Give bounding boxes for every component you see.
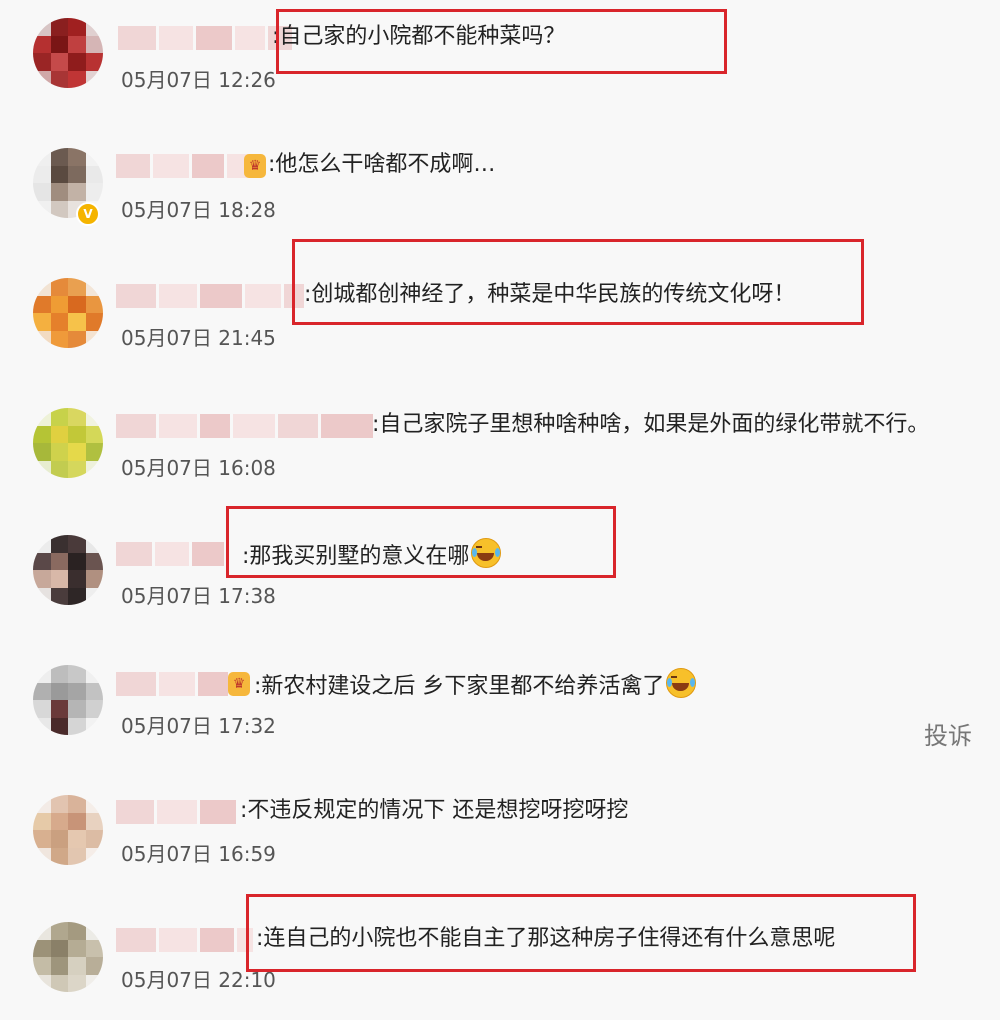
username-blurred[interactable] [116, 154, 253, 178]
avatar[interactable] [33, 278, 103, 348]
timestamp: 05月07日 17:38 [121, 584, 276, 608]
user-level-icon: ♛ [244, 154, 266, 178]
comment-body: 他怎么干啥都不成啊… [275, 152, 496, 177]
avatar[interactable] [33, 535, 103, 605]
username-blurred[interactable] [116, 800, 236, 824]
comment-item: :自己家院子里想种啥种啥，如果是外面的绿化带就不行。 05月07日 16:08 [0, 390, 1000, 500]
timestamp: 05月07日 12:26 [121, 68, 276, 92]
comment-item: V ♛ :他怎么干啥都不成啊… 05月07日 18:28 [0, 130, 1000, 240]
highlight-box [276, 9, 727, 74]
comment-item: :连自己的小院也不能自主了那这种房子住得还有什么意思呢 05月07日 22:10 [0, 894, 1000, 1020]
comment-text: :自己家院子里想种啥种啥，如果是外面的绿化带就不行。 [372, 410, 929, 440]
avatar[interactable] [33, 665, 103, 735]
timestamp: 05月07日 16:59 [121, 842, 276, 866]
username-blurred[interactable] [118, 26, 292, 50]
username-blurred[interactable] [116, 284, 304, 308]
comment-item: ♛ :新农村建设之后 乡下家里都不给养活禽了 05月07日 17:32 [0, 650, 1000, 760]
avatar[interactable] [33, 795, 103, 865]
laughing-crying-emoji-icon [666, 668, 697, 698]
comment-body: 新农村建设之后 乡下家里都不给养活禽了 [261, 674, 665, 699]
comment-item: :不违反规定的情况下 还是想挖呀挖呀挖 05月07日 16:59 [0, 780, 1000, 890]
verified-badge-icon: V [76, 202, 100, 226]
comment-body: 自己家院子里想种啥种啥，如果是外面的绿化带就不行。 [379, 412, 930, 437]
comment-item: :创城都创神经了，种菜是中华民族的传统文化呀！ 05月07日 21:45 [0, 239, 1000, 370]
avatar[interactable] [33, 922, 103, 992]
highlight-box [246, 894, 916, 972]
comment-item: :那我买别墅的意义在哪 05月07日 17:38 [0, 506, 1000, 630]
comment-text: :不违反规定的情况下 还是想挖呀挖呀挖 [240, 796, 628, 826]
avatar[interactable] [33, 408, 103, 478]
timestamp: 05月07日 17:32 [121, 714, 276, 738]
comment-text: :新农村建设之后 乡下家里都不给养活禽了 [254, 668, 697, 702]
timestamp: 05月07日 16:08 [121, 456, 276, 480]
comment-body: 不违反规定的情况下 还是想挖呀挖呀挖 [247, 798, 629, 823]
comment-text: :他怎么干啥都不成啊… [268, 150, 495, 180]
timestamp: 05月07日 21:45 [121, 326, 276, 350]
highlight-box [292, 239, 864, 325]
timestamp: 05月07日 18:28 [121, 198, 276, 222]
username-blurred[interactable] [116, 414, 373, 438]
report-button[interactable]: 投诉 [924, 716, 972, 751]
username-blurred[interactable] [116, 672, 228, 696]
username-blurred[interactable] [116, 928, 253, 952]
avatar[interactable] [33, 18, 103, 88]
highlight-box [226, 506, 616, 578]
username-blurred[interactable] [116, 542, 224, 566]
comment-item: :自己家的小院都不能种菜吗？ 05月07日 12:26 [0, 0, 1000, 110]
user-level-icon: ♛ [228, 672, 250, 696]
